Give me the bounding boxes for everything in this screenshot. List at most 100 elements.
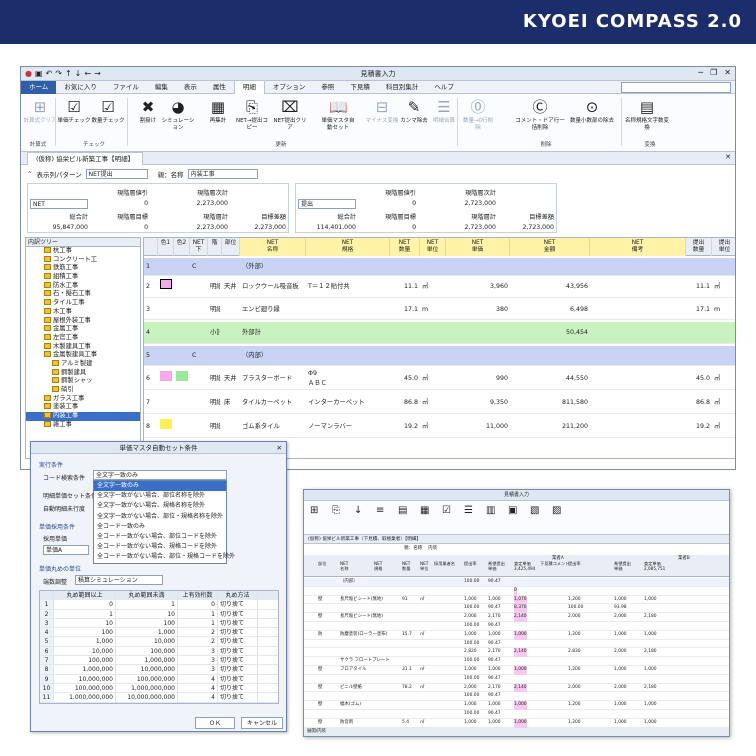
- w2-ribbon-icon[interactable]: ⎘: [332, 505, 340, 516]
- grid-cell-sq[interactable]: [688, 322, 710, 343]
- w2-cell[interactable]: 2,180: [644, 648, 657, 657]
- grid-cell-qty[interactable]: [392, 346, 418, 365]
- grid-cell-no[interactable]: 4: [146, 322, 156, 343]
- grid-column-header[interactable]: 階: [208, 238, 222, 256]
- grid-cell-su[interactable]: ㎡: [714, 368, 735, 389]
- rounding-cell[interactable]: 10,000: [116, 637, 178, 646]
- grid-cell-name[interactable]: 外部計: [242, 322, 304, 343]
- w2-cell[interactable]: 1,000: [514, 718, 527, 728]
- rounding-cell[interactable]: 切り捨て: [218, 683, 258, 693]
- w2-cell[interactable]: 90.47: [488, 692, 501, 701]
- w2-row[interactable]: 防 防塵塗装(ローラー塗布) 15.7 ㎡ 1,000 1,000 1,000 1,200 1,…: [304, 630, 729, 640]
- menu-tab[interactable]: 下見積: [342, 81, 378, 94]
- grid-cell-name[interactable]: （外部）: [242, 258, 304, 275]
- w2-cell[interactable]: 1,000: [614, 719, 627, 728]
- grid-cell-c[interactable]: C: [192, 258, 206, 275]
- grid-cell-no[interactable]: 5: [146, 346, 156, 365]
- grid-cell-unit[interactable]: ㎡: [422, 368, 444, 389]
- grid-column-header[interactable]: 提出 単位: [712, 238, 735, 256]
- grid-cell-spec[interactable]: T＝１２貼付共: [308, 276, 388, 297]
- menu-tab[interactable]: オプション: [265, 81, 314, 94]
- rounding-cell[interactable]: 3: [178, 665, 218, 674]
- w2-cell[interactable]: 1,000: [644, 719, 657, 728]
- w2-cell[interactable]: 2,180: [644, 684, 657, 693]
- grid-cell-spec[interactable]: インターカーペット: [308, 392, 388, 413]
- w2-column-header[interactable]: 希望提出 単価: [488, 561, 505, 571]
- w2-column-header[interactable]: 査定単価 2,085,751: [644, 561, 665, 571]
- w2-row[interactable]: 壁 長尺塩ビシート(無地) 2,000 2,170 2,140 2,000 2,000 2,1…: [304, 613, 729, 622]
- w2-column-header[interactable]: 提出率: [568, 561, 581, 566]
- w2-cell[interactable]: 100.00: [464, 657, 479, 666]
- w2-ribbon-icon[interactable]: ▥: [486, 505, 495, 516]
- color-swatch[interactable]: [160, 279, 172, 289]
- rounding-cell[interactable]: 1: [116, 600, 178, 609]
- rounding-cell[interactable]: 2: [178, 637, 218, 646]
- w2-cell[interactable]: 31.1: [402, 666, 412, 675]
- tree-item[interactable]: 鋼製シャッ: [26, 377, 140, 386]
- ribbon-button[interactable]: ▦ 再集計: [201, 98, 235, 125]
- w2-column-header[interactable]: 部位: [318, 561, 326, 566]
- w2-cell[interactable]: 2,170: [488, 684, 501, 693]
- w2-cell[interactable]: 1,000: [614, 701, 627, 710]
- w2-cell[interactable]: 1,000: [464, 596, 477, 605]
- rounding-cell[interactable]: 切り捨て: [218, 637, 258, 646]
- w2-cell[interactable]: 2,140: [514, 613, 527, 622]
- help-search-input[interactable]: [621, 82, 731, 93]
- menu-tab[interactable]: 参照: [313, 81, 342, 94]
- grid-cell-qty[interactable]: 17.1: [392, 300, 418, 319]
- auto-check-label[interactable]: 自動明細未行度: [43, 504, 85, 513]
- grid-cell-c[interactable]: [192, 300, 206, 319]
- w2-cell[interactable]: 1,200: [568, 666, 581, 675]
- grid-cell-bui[interactable]: [224, 300, 238, 319]
- parent-name-field[interactable]: 内装工事: [187, 169, 258, 179]
- tree-item[interactable]: 雑工事: [26, 420, 140, 430]
- grid-cell-unit[interactable]: m: [422, 300, 444, 319]
- grid-cell-c[interactable]: [192, 368, 206, 389]
- w2-cell[interactable]: 壁: [318, 719, 322, 728]
- grid-cell-sq[interactable]: 86.8: [688, 392, 710, 413]
- code-search-select[interactable]: 全文字一致のみ: [93, 470, 227, 480]
- w2-row[interactable]: 100.00 90.47: [304, 692, 729, 702]
- w2-row[interactable]: 壁 長尺塩ビシート(無地) 91 ㎡ 1,000 1,000 1,070 1,200 1,000…: [304, 595, 729, 605]
- grid-cell-no[interactable]: 6: [146, 368, 156, 389]
- rounding-cell[interactable]: 100,000,000: [54, 683, 116, 693]
- tree-item[interactable]: 金属製建具工事: [26, 351, 140, 360]
- code-search-option[interactable]: 全文字一致がない場合、部位名称を除外: [94, 491, 226, 501]
- w2-cell[interactable]: 2,000: [464, 613, 477, 622]
- w2-column-header[interactable]: NET 単位: [420, 561, 428, 571]
- grid-cell-price[interactable]: 11,000: [448, 416, 508, 437]
- grid-cell-name[interactable]: プラスターボード: [242, 368, 304, 389]
- rounding-cell[interactable]: 0: [54, 600, 116, 609]
- ribbon-button[interactable]: 📖 単価マスタ自動セット: [321, 98, 355, 132]
- grid-column-header[interactable]: [144, 238, 158, 256]
- grid-cell-qty[interactable]: [392, 322, 418, 343]
- ribbon-button[interactable]: ✎ カンマ除去: [397, 98, 431, 125]
- w2-cell[interactable]: 1,000: [464, 631, 477, 640]
- grid-row[interactable]: 8明細ゴム系タイルノーマンラバー19.2㎡11,000211,20019.2㎡: [144, 416, 735, 438]
- ribbon-button[interactable]: ⊙ 数量小数部の除去: [567, 98, 617, 125]
- tree-item[interactable]: 硝引: [26, 386, 140, 395]
- w2-cell[interactable]: 1,000: [614, 596, 627, 605]
- w2-cell[interactable]: 2,170: [488, 613, 501, 622]
- rounding-table-row[interactable]: 1 0 1 0 切り捨て: [40, 600, 278, 610]
- tree-item[interactable]: ガラス工事: [26, 394, 140, 404]
- w2-cell[interactable]: 100.00: [464, 640, 479, 649]
- collapse-icon[interactable]: ⌃: [27, 170, 32, 178]
- w2-cell[interactable]: 2,000: [614, 648, 627, 657]
- grid-cell-bui[interactable]: [224, 346, 238, 365]
- rounding-select[interactable]: 積算シミュレーション: [75, 575, 163, 585]
- code-search-option[interactable]: 全文字一致がない場合、規格名称を除外: [94, 501, 226, 511]
- w2-cell[interactable]: 90.47: [488, 604, 501, 613]
- menu-tab[interactable]: 表示: [176, 81, 205, 94]
- grid-cell-spec[interactable]: Φ9 ＡＢＣ: [308, 368, 388, 389]
- net-select[interactable]: NET: [30, 199, 88, 209]
- w2-row[interactable]: 100.00 90.47 8,370 100.00 93.98: [304, 604, 729, 614]
- w2-ribbon-icon[interactable]: ☑: [442, 505, 451, 516]
- w2-cell[interactable]: 壁: [318, 684, 322, 693]
- rounding-cell[interactable]: 1: [178, 609, 218, 618]
- grid-cell-name[interactable]: （内部）: [242, 346, 304, 365]
- w2-cell[interactable]: 90.47: [488, 657, 501, 666]
- rounding-cell[interactable]: 10,000,000: [116, 665, 178, 674]
- grid-column-header[interactable]: NET 下: [190, 238, 208, 256]
- grid-cell-bui[interactable]: [224, 416, 238, 437]
